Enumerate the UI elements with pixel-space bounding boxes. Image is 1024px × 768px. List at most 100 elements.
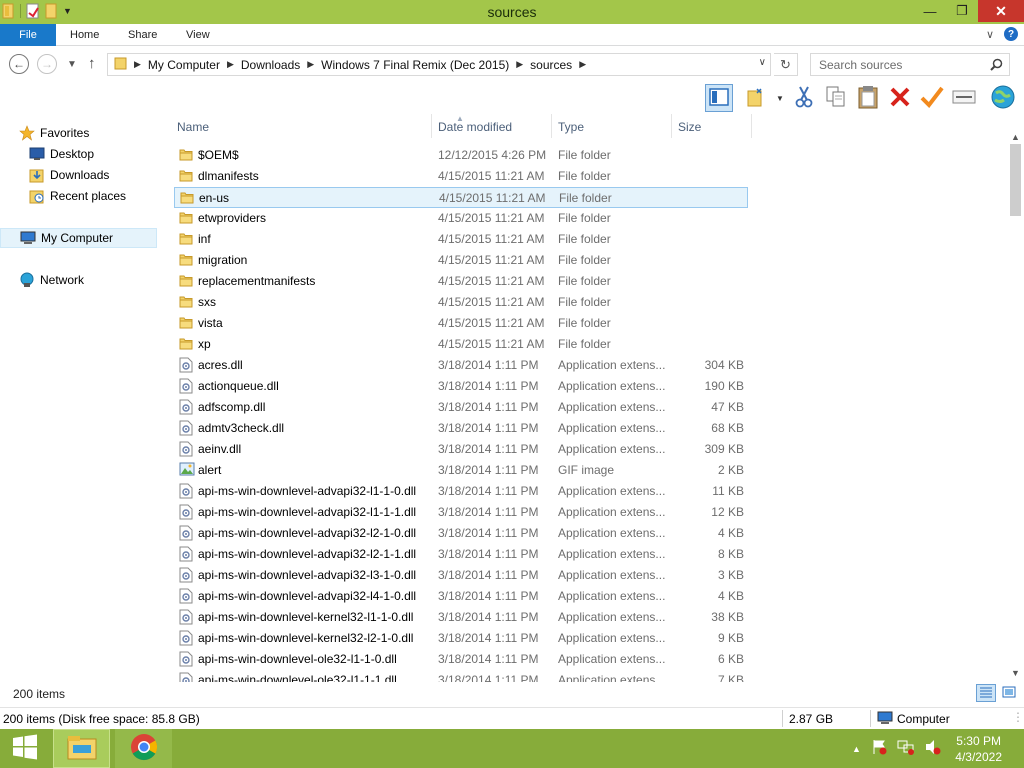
vertical-scrollbar[interactable]: ▲ ▼ <box>1007 130 1024 682</box>
table-row[interactable]: admtv3check.dll 3/18/2014 1:11 PM Applicat… <box>174 418 748 439</box>
breadcrumb-downloads[interactable]: Downloads <box>236 58 305 72</box>
table-row[interactable]: api-ms-win-downlevel-ole32-l1-1-0.dll 3/1… <box>174 649 748 670</box>
table-row[interactable]: etwproviders 4/15/2015 11:21 AM File folde… <box>174 208 748 229</box>
tab-share[interactable]: Share <box>128 24 157 46</box>
address-dropdown-icon[interactable]: ∨ <box>759 57 766 68</box>
column-divider[interactable] <box>671 114 672 138</box>
file-date-modified: 4/15/2015 11:21 AM <box>438 295 545 309</box>
close-button[interactable]: ✕ <box>978 0 1024 22</box>
table-row[interactable]: vista 4/15/2015 11:21 AM File folder <box>174 313 748 334</box>
volume-muted-icon[interactable] <box>925 739 941 758</box>
table-row[interactable]: en-us 4/15/2015 11:21 AM File folder <box>174 187 748 208</box>
paste-button[interactable] <box>854 84 882 112</box>
minimize-button[interactable]: — <box>914 0 946 22</box>
breadcrumb-separator-icon[interactable]: ▶ <box>225 59 236 70</box>
scrollbar-thumb[interactable] <box>1010 144 1021 216</box>
back-button[interactable]: ← <box>9 54 29 74</box>
table-row[interactable]: api-ms-win-downlevel-advapi32-l3-1-0.dll… <box>174 565 748 586</box>
column-divider[interactable] <box>751 114 752 138</box>
tab-view[interactable]: View <box>186 24 210 46</box>
table-row[interactable]: api-ms-win-downlevel-ole32-l1-1-1.dll 3/1… <box>174 670 748 682</box>
table-row[interactable]: api-ms-win-downlevel-advapi32-l4-1-0.dll… <box>174 586 748 607</box>
up-arrow-icon[interactable]: ↑ <box>88 55 96 72</box>
breadcrumb-windows7[interactable]: Windows 7 Final Remix (Dec 2015) <box>316 58 514 72</box>
table-row[interactable]: api-ms-win-downlevel-advapi32-l2-1-1.dll… <box>174 544 748 565</box>
tab-file[interactable]: File <box>0 24 56 46</box>
search-input[interactable] <box>819 57 989 72</box>
properties-button[interactable] <box>918 84 946 112</box>
column-divider[interactable] <box>551 114 552 138</box>
table-row[interactable]: api-ms-win-downlevel-advapi32-l1-1-0.dll… <box>174 481 748 502</box>
column-divider[interactable] <box>431 114 432 138</box>
help-icon[interactable]: ? <box>1004 27 1018 41</box>
file-date-modified: 3/18/2014 1:11 PM <box>438 463 539 477</box>
table-row[interactable]: alert 3/18/2014 1:11 PM GIF image 2 KB <box>174 460 748 481</box>
preview-pane-button[interactable] <box>705 84 733 112</box>
table-row[interactable]: adfscomp.dll 3/18/2014 1:11 PM Application… <box>174 397 748 418</box>
column-name[interactable]: Name <box>177 120 209 134</box>
new-folder-dropdown-icon[interactable]: ▼ <box>776 94 784 103</box>
breadcrumb-sources[interactable]: sources <box>525 58 577 72</box>
large-icons-view-button[interactable] <box>999 684 1019 702</box>
breadcrumb-separator-icon[interactable]: ▶ <box>514 59 525 70</box>
nav-desktop[interactable]: Desktop <box>28 144 148 164</box>
forward-button[interactable]: → <box>37 54 57 74</box>
nav-recent-places[interactable]: Recent places <box>28 186 148 206</box>
breadcrumb-my-computer[interactable]: My Computer <box>143 58 225 72</box>
nav-downloads[interactable]: Downloads <box>28 165 148 185</box>
details-view-button[interactable] <box>976 684 996 702</box>
file-size: 3 KB <box>717 568 744 582</box>
table-row[interactable]: replacementmanifests 4/15/2015 11:21 AM Fi… <box>174 271 748 292</box>
table-row[interactable]: acres.dll 3/18/2014 1:11 PM Application ex… <box>174 355 748 376</box>
table-row[interactable]: sxs 4/15/2015 11:21 AM File folder <box>174 292 748 313</box>
recent-locations-icon[interactable]: ▼ <box>67 59 77 70</box>
column-size[interactable]: Size <box>678 120 701 134</box>
nav-favorites[interactable]: Favorites <box>18 123 148 143</box>
table-row[interactable]: xp 4/15/2015 11:21 AM File folder <box>174 334 748 355</box>
table-row[interactable]: api-ms-win-downlevel-kernel32-l2-1-0.dll… <box>174 628 748 649</box>
new-folder-button[interactable] <box>742 84 770 112</box>
clock[interactable]: 5:30 PM 4/3/2022 <box>955 733 1002 765</box>
table-row[interactable]: migration 4/15/2015 11:21 AM File folder <box>174 250 748 271</box>
tab-home[interactable]: Home <box>70 24 99 46</box>
rename-button[interactable] <box>950 84 978 112</box>
table-row[interactable]: api-ms-win-downlevel-advapi32-l2-1-0.dll… <box>174 523 748 544</box>
nav-my-computer[interactable]: My Computer <box>0 228 157 248</box>
globe-button[interactable] <box>989 84 1017 112</box>
resize-grip-icon[interactable]: ⋮ <box>1012 710 1024 724</box>
taskbar-file-explorer[interactable] <box>53 729 110 768</box>
table-row[interactable]: api-ms-win-downlevel-kernel32-l1-1-0.dll… <box>174 607 748 628</box>
table-row[interactable]: inf 4/15/2015 11:21 AM File folder <box>174 229 748 250</box>
copy-button[interactable] <box>822 84 850 112</box>
table-row[interactable]: $OEM$ 12/12/2015 4:26 PM File folder <box>174 145 748 166</box>
search-box[interactable] <box>810 53 1010 76</box>
dll-file-icon <box>179 609 193 628</box>
table-row[interactable]: api-ms-win-downlevel-advapi32-l1-1-1.dll… <box>174 502 748 523</box>
delete-button[interactable] <box>886 84 914 112</box>
delete-icon <box>889 86 911 111</box>
action-center-flag-icon[interactable] <box>871 739 887 758</box>
breadcrumb-separator-icon[interactable]: ▶ <box>577 59 588 70</box>
scroll-up-icon[interactable]: ▲ <box>1011 132 1020 142</box>
taskbar-chrome[interactable] <box>115 729 172 768</box>
folder-icon <box>179 210 193 227</box>
maximize-button[interactable]: ❐ <box>946 0 978 22</box>
column-type[interactable]: Type <box>558 120 584 134</box>
breadcrumb-separator-icon[interactable]: ▶ <box>305 59 316 70</box>
cut-button[interactable] <box>790 84 818 112</box>
scroll-down-icon[interactable]: ▼ <box>1011 668 1020 678</box>
address-bar[interactable]: ▶ My Computer ▶ Downloads ▶ Windows 7 Fi… <box>107 53 771 76</box>
show-hidden-icons-icon[interactable]: ▲ <box>852 744 861 754</box>
start-button[interactable] <box>0 729 50 768</box>
search-icon[interactable] <box>990 58 1003 74</box>
table-row[interactable]: dlmanifests 4/15/2015 11:21 AM File folder <box>174 166 748 187</box>
refresh-button[interactable]: ↻ <box>774 53 798 76</box>
column-date-modified[interactable]: Date modified <box>438 120 512 134</box>
table-row[interactable]: actionqueue.dll 3/18/2014 1:11 PM Applicat… <box>174 376 748 397</box>
table-row[interactable]: aeinv.dll 3/18/2014 1:11 PM Application ex… <box>174 439 748 460</box>
nav-network[interactable]: Network <box>18 270 148 290</box>
breadcrumb-separator-icon[interactable]: ▶ <box>132 59 143 70</box>
expand-ribbon-icon[interactable]: ∨ <box>986 28 994 41</box>
file-name: api-ms-win-downlevel-kernel32-l1-1-0.dll <box>198 610 414 624</box>
network-tray-icon[interactable] <box>897 739 915 758</box>
